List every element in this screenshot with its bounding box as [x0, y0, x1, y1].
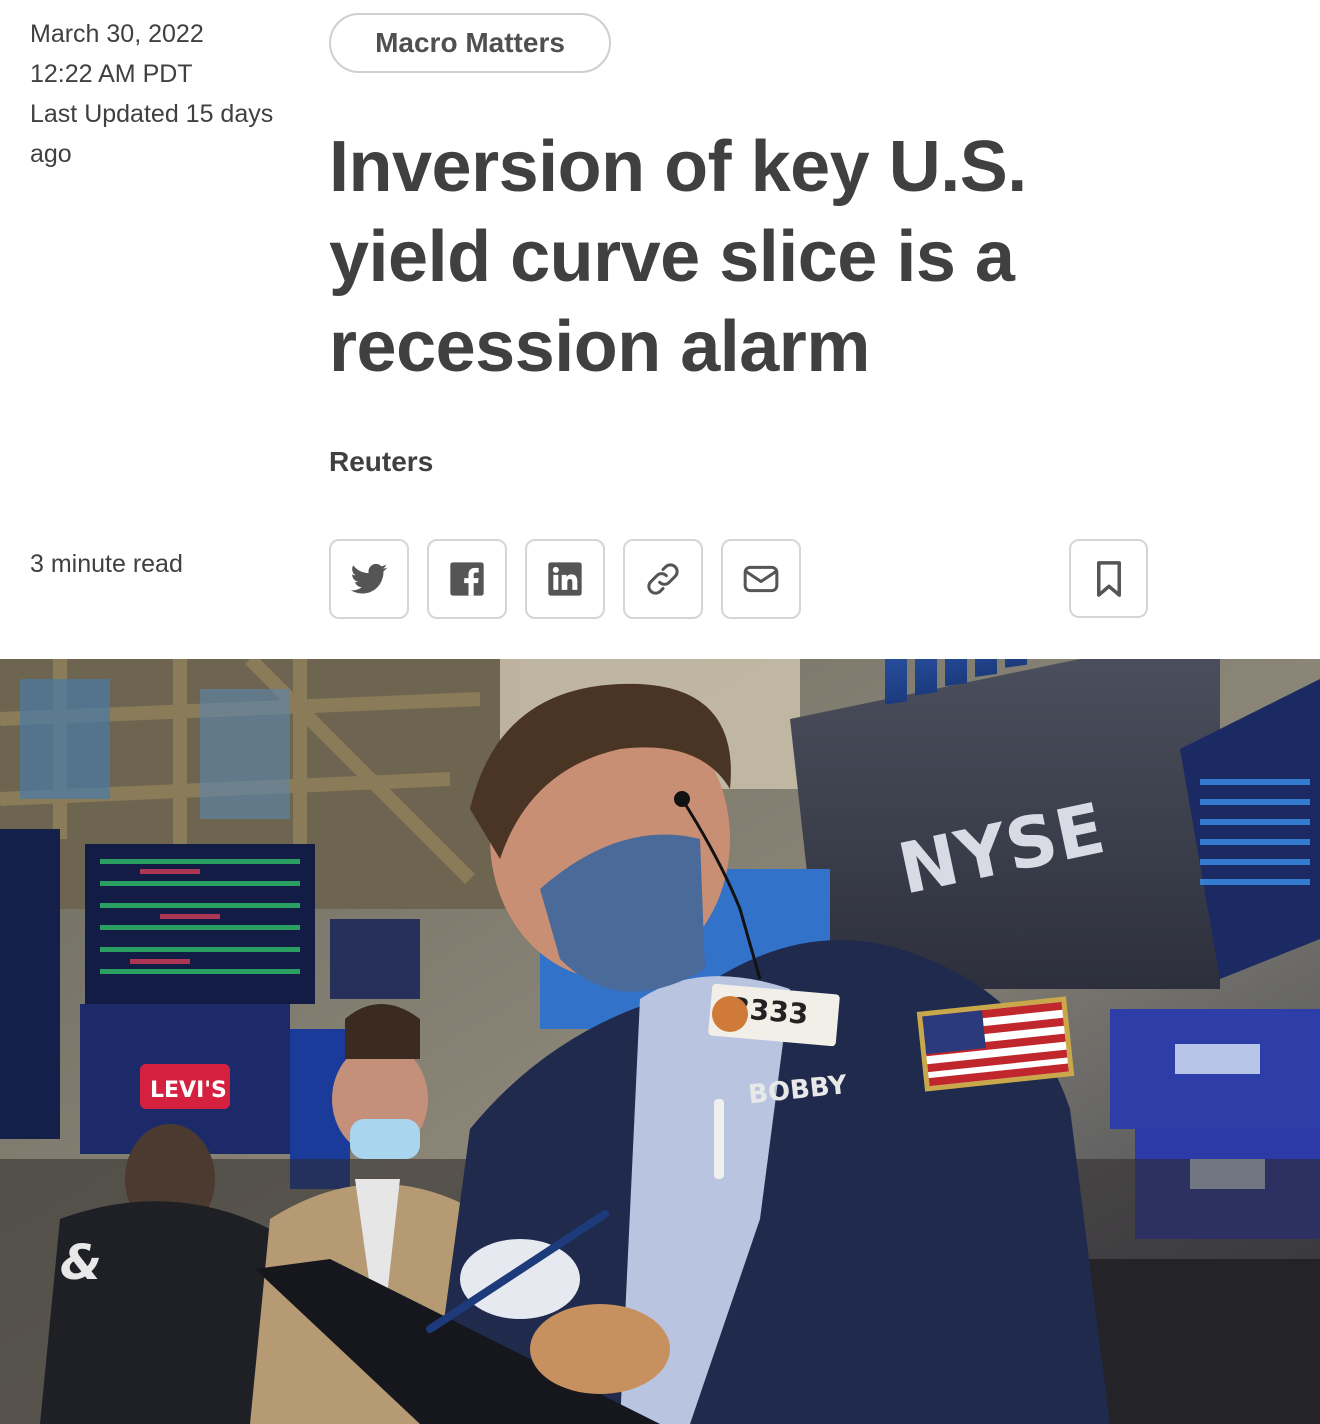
section-tag-button[interactable]: Macro Matters: [329, 13, 611, 73]
share-buttons: [329, 539, 801, 619]
bookmark-icon: [1096, 560, 1121, 597]
link-icon: [647, 563, 679, 595]
email-icon: [743, 565, 779, 593]
publish-time: 12:22 AM PDT: [30, 60, 193, 88]
last-updated: Last Updated 15 days ago: [30, 100, 274, 168]
linkedin-icon: [548, 562, 582, 596]
share-linkedin-button[interactable]: [525, 539, 605, 619]
read-time: 3 minute read: [30, 550, 183, 578]
share-facebook-button[interactable]: [427, 539, 507, 619]
svg-text:&: &: [60, 1235, 102, 1291]
copy-link-button[interactable]: [623, 539, 703, 619]
brand-screen-text: LEVI'S: [150, 1078, 227, 1103]
facebook-icon: [450, 562, 484, 596]
article-headline: Inversion of key U.S. yield curve slice …: [329, 127, 1027, 387]
share-email-button[interactable]: [721, 539, 801, 619]
article-meta: March 30, 2022 12:22 AM PDT Last Updated…: [30, 14, 300, 174]
publish-date: March 30, 2022: [30, 20, 204, 48]
share-twitter-button[interactable]: [329, 539, 409, 619]
byline-author[interactable]: Reuters: [329, 446, 433, 478]
twitter-icon: [350, 563, 388, 594]
hero-photo[interactable]: NYSE LEVI'S & 3333 BOBBY: [0, 659, 1320, 1424]
bookmark-button[interactable]: [1069, 539, 1148, 618]
